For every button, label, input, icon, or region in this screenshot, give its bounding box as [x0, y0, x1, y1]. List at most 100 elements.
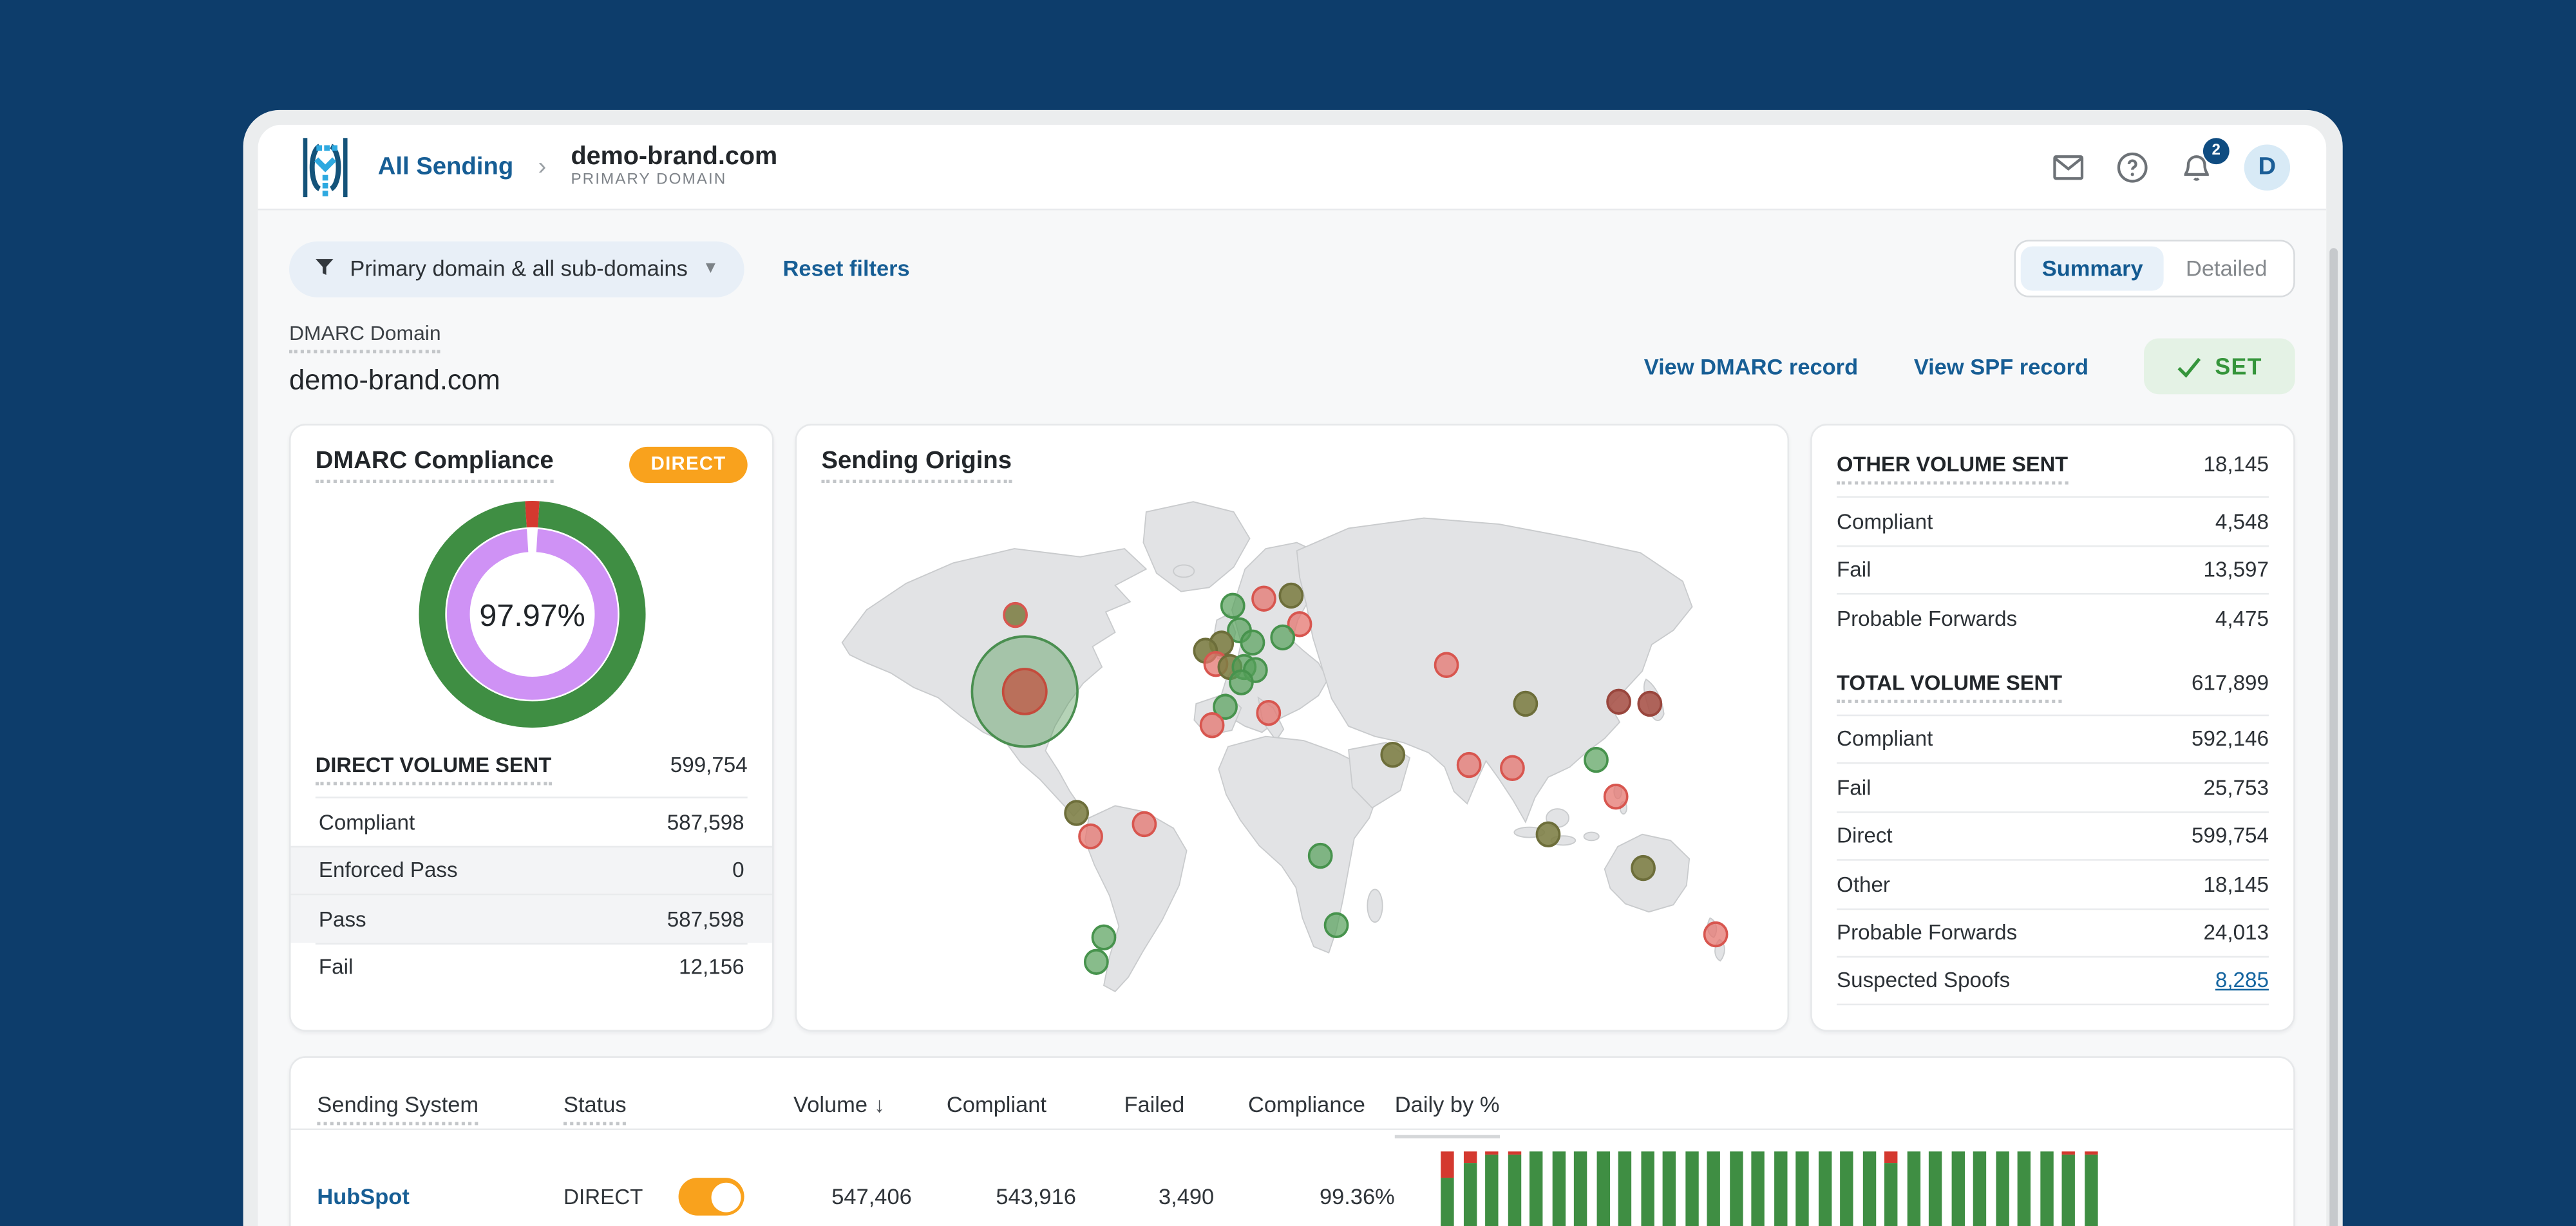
origin-dot-green[interactable]	[1270, 624, 1296, 651]
origin-dot-olive[interactable]	[1380, 741, 1406, 768]
domain-filter-dropdown[interactable]: Primary domain & all sub-domains ▼	[289, 240, 744, 297]
origin-dot-olive[interactable]	[1064, 800, 1089, 826]
daily-bar[interactable]	[1951, 1151, 1964, 1226]
system-name-link[interactable]: HubSpot	[317, 1184, 564, 1209]
origin-dot-darkred[interactable]	[1637, 690, 1663, 717]
daily-bar[interactable]	[2040, 1151, 2053, 1226]
origin-dot-red[interactable]	[1199, 712, 1225, 739]
mail-icon[interactable]	[2052, 150, 2085, 183]
column-header-sending-system[interactable]: Sending System	[317, 1092, 564, 1126]
daily-bar[interactable]	[1640, 1151, 1654, 1226]
compliance-rows: Compliant 587,598 Enforced Pass 0 Pass 587,59…	[290, 797, 772, 990]
origin-dot-olivering[interactable]	[1003, 601, 1028, 628]
row-label: Direct	[1837, 823, 1893, 848]
row-value: 12,156	[679, 954, 744, 980]
help-icon[interactable]	[2116, 150, 2149, 183]
volume-row-other: Other 18,145	[1837, 859, 2269, 907]
daily-bar[interactable]	[1728, 1151, 1743, 1226]
volume-section-total: 617,899	[2192, 669, 2269, 694]
origin-dot-green[interactable]	[1091, 924, 1117, 951]
scrollbar[interactable]	[2329, 248, 2338, 1226]
column-header-status[interactable]: Status	[563, 1092, 793, 1126]
origin-dot-usred[interactable]	[1001, 668, 1048, 715]
volume-row-compliant: Compliant 4,548	[1837, 496, 2269, 544]
breadcrumb-all-sending[interactable]: All Sending	[378, 153, 513, 180]
origin-dot-red[interactable]	[1132, 811, 1157, 838]
volume-section-title: OTHER VOLUME SENT	[1837, 452, 2069, 485]
origin-dot-green[interactable]	[1307, 842, 1333, 869]
daily-bar[interactable]	[1884, 1151, 1898, 1226]
origin-dot-olive[interactable]	[1513, 690, 1539, 717]
compliance-donut-chart: 97.97%	[316, 500, 748, 730]
daily-bar[interactable]	[1507, 1151, 1520, 1226]
daily-bar[interactable]	[1862, 1151, 1875, 1226]
origin-dot-olive[interactable]	[1535, 821, 1561, 847]
origin-dot-olive[interactable]	[1278, 582, 1304, 609]
dmarc-domain-name: demo-brand.com	[289, 364, 500, 396]
origin-dot-red[interactable]	[1078, 823, 1103, 850]
daily-bar[interactable]	[1573, 1151, 1587, 1226]
view-dmarc-record-link[interactable]: View DMARC record	[1644, 354, 1858, 379]
origin-dot-red[interactable]	[1703, 921, 1728, 948]
set-status-button[interactable]: SET	[2144, 338, 2295, 395]
daily-bar[interactable]	[1662, 1151, 1676, 1226]
row-label: Compliant	[318, 809, 415, 835]
screen: All Sending › demo-brand.com PRIMARY DOM…	[0, 0, 2576, 1226]
daily-bar[interactable]	[1485, 1151, 1499, 1226]
world-map[interactable]	[822, 489, 1763, 1020]
direct-volume-label: DIRECT VOLUME SENT	[315, 752, 552, 786]
daily-bar[interactable]	[2083, 1151, 2098, 1226]
origin-dot-green[interactable]	[1220, 592, 1245, 619]
dmarcian-logo-icon[interactable]	[294, 135, 357, 198]
column-header-compliance[interactable]: Compliance	[1214, 1092, 1395, 1117]
origin-dot-green[interactable]	[1229, 669, 1254, 695]
origin-dot-red[interactable]	[1434, 652, 1459, 678]
origin-dot-red[interactable]	[1500, 755, 1525, 781]
dmarc-domain-label: DMARC Domain	[289, 322, 441, 354]
daily-bar[interactable]	[1551, 1151, 1565, 1226]
daily-bar[interactable]	[1529, 1151, 1543, 1226]
origin-dot-green[interactable]	[1083, 948, 1109, 976]
daily-bar[interactable]	[1707, 1151, 1720, 1226]
daily-bar[interactable]	[2017, 1151, 2031, 1226]
tab-detailed[interactable]: Detailed	[2164, 247, 2289, 291]
suspected-spoofs-link[interactable]: 8,285	[2215, 968, 2269, 992]
column-header-daily-by-[interactable]: Daily by %	[1394, 1092, 2268, 1138]
daily-bar[interactable]	[1928, 1151, 1942, 1226]
volume-section-title: TOTAL VOLUME SENT	[1837, 670, 2063, 703]
column-header-volume[interactable]: Volume ↓	[793, 1092, 912, 1117]
daily-bar[interactable]	[1906, 1151, 1920, 1226]
daily-bar[interactable]	[1596, 1151, 1609, 1226]
daily-bar[interactable]	[1817, 1151, 1832, 1226]
daily-bar[interactable]	[1840, 1151, 1853, 1226]
origin-dot-green[interactable]	[1240, 629, 1265, 656]
origin-dot-red[interactable]	[1603, 783, 1629, 810]
daily-bar[interactable]	[1463, 1151, 1477, 1226]
tab-summary[interactable]: Summary	[2020, 246, 2164, 291]
status-toggle[interactable]	[679, 1178, 745, 1216]
column-header-compliant[interactable]: Compliant	[912, 1092, 1076, 1117]
reset-filters-link[interactable]: Reset filters	[783, 256, 910, 281]
row-value: 587,598	[667, 809, 744, 835]
origin-dot-olive[interactable]	[1631, 854, 1656, 882]
row-label: Probable Forwards	[1837, 605, 2018, 630]
origin-dot-red[interactable]	[1456, 751, 1482, 778]
daily-bar[interactable]	[2061, 1151, 2075, 1226]
origin-dot-green[interactable]	[1323, 912, 1349, 939]
daily-bar[interactable]	[1995, 1151, 2009, 1226]
column-header-failed[interactable]: Failed	[1076, 1092, 1214, 1117]
origin-dot-green[interactable]	[1584, 746, 1609, 773]
daily-bar[interactable]	[1973, 1151, 1987, 1226]
origin-dot-red[interactable]	[1251, 585, 1276, 612]
daily-bar[interactable]	[1795, 1151, 1809, 1226]
origin-dot-red[interactable]	[1256, 700, 1282, 726]
daily-bar[interactable]	[1441, 1151, 1454, 1226]
daily-bar[interactable]	[1751, 1151, 1765, 1226]
view-spf-record-link[interactable]: View SPF record	[1914, 354, 2088, 379]
daily-bar[interactable]	[1618, 1151, 1632, 1226]
daily-bar[interactable]	[1685, 1151, 1698, 1226]
user-avatar[interactable]: D	[2244, 144, 2291, 190]
origin-dot-darkred[interactable]	[1606, 688, 1631, 715]
daily-bar[interactable]	[1773, 1151, 1787, 1226]
notifications-bell-icon[interactable]: 2	[2180, 137, 2230, 183]
